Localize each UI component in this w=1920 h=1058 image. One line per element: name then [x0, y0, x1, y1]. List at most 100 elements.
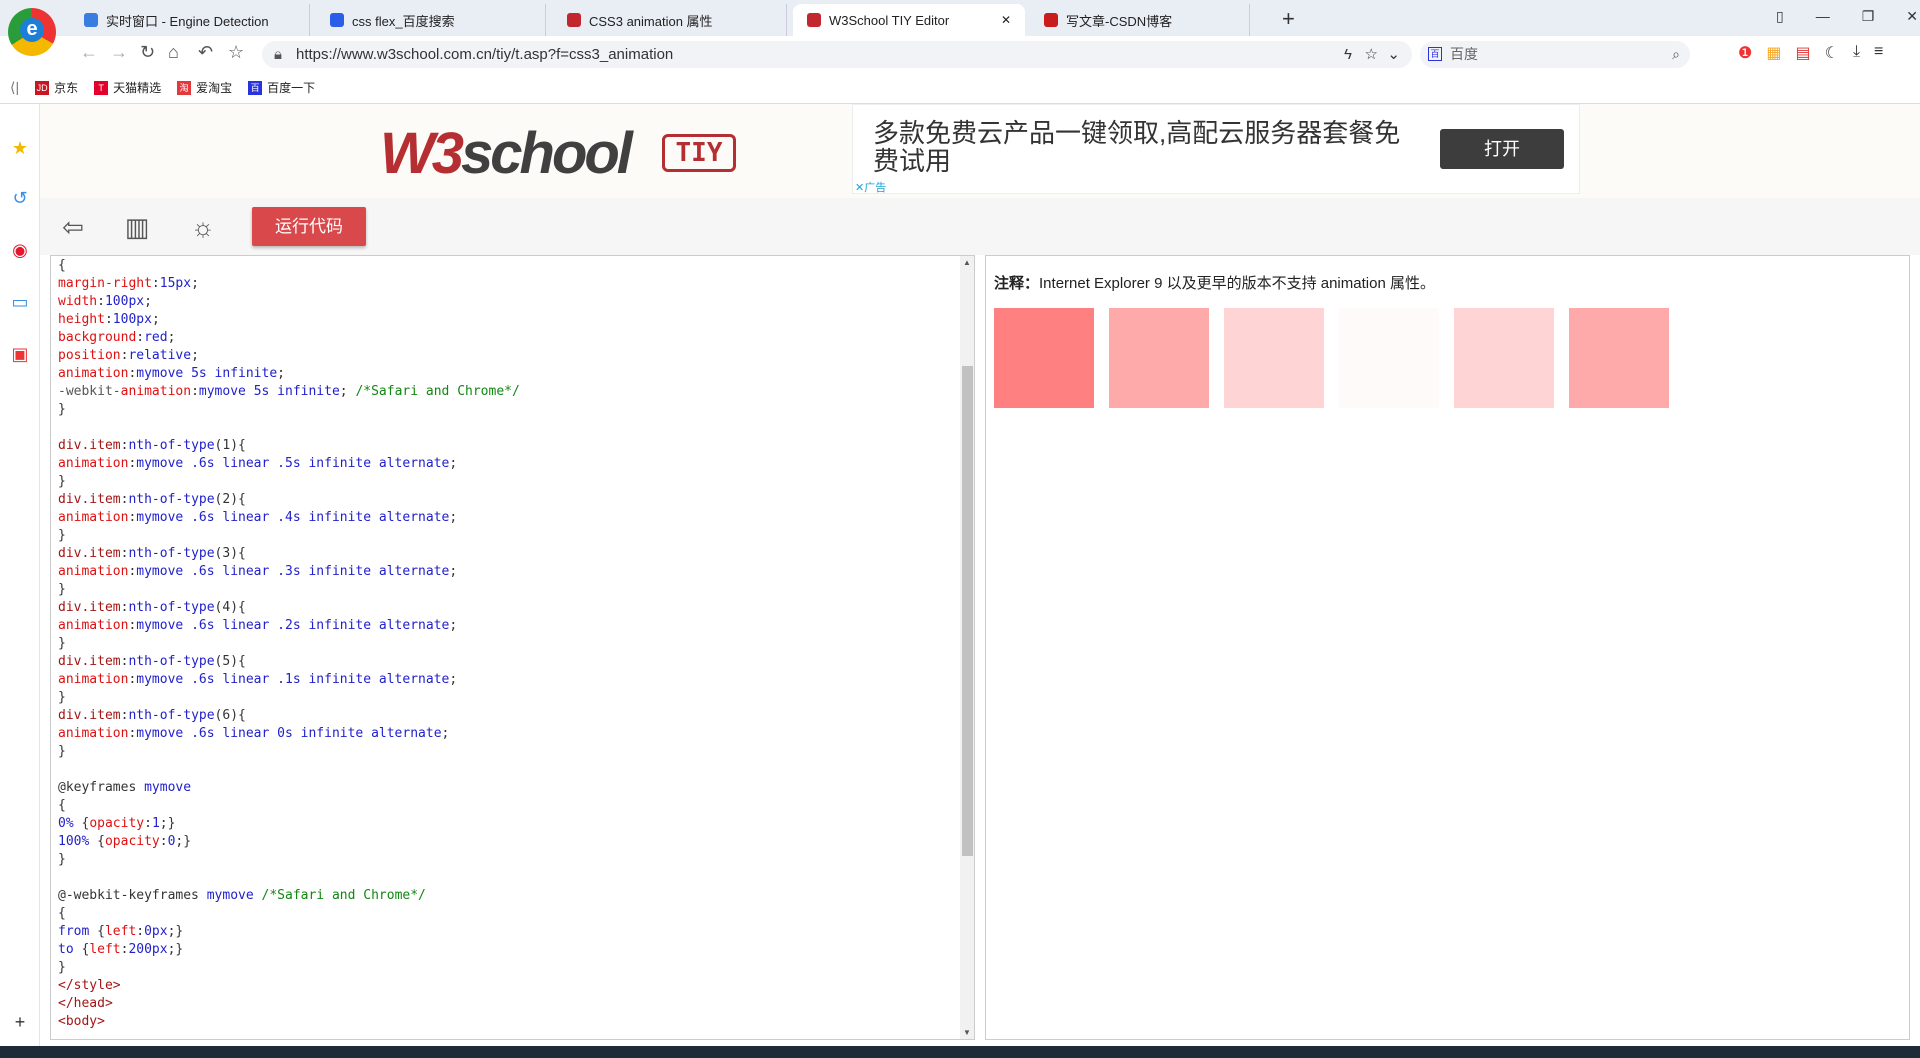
- code-token: ;}: [167, 942, 184, 957]
- code-token: animation: [120, 384, 192, 399]
- close-tab-icon[interactable]: ✕: [1001, 13, 1011, 27]
- download-icon[interactable]: ⤓: [1853, 43, 1860, 63]
- home-button[interactable]: ⌂: [168, 42, 179, 63]
- code-line: @keyframes mymove: [58, 779, 520, 797]
- code-token: animation: [58, 672, 129, 687]
- code-line: div.item:nth-of-type(1){: [58, 437, 520, 455]
- bookmark-icon: 淘: [177, 80, 192, 95]
- tab[interactable]: 实时窗口 - Engine Detection: [70, 4, 310, 36]
- code-token: <body>: [58, 1014, 105, 1029]
- code-token: ;: [191, 348, 199, 363]
- forward-button[interactable]: →: [110, 42, 128, 63]
- code-token: div.item: [58, 708, 121, 723]
- animated-box: [1569, 308, 1669, 408]
- tab-list-icon[interactable]: ▯: [1776, 8, 1784, 25]
- lightning-icon[interactable]: ϟ: [1344, 41, 1352, 68]
- bookmark-star-icon[interactable]: ☆: [1365, 41, 1378, 68]
- search-input[interactable]: 百度 百 ⌕: [1420, 41, 1690, 68]
- code-token: margin-right: [58, 276, 152, 291]
- code-token: </head>: [58, 996, 113, 1011]
- scrollbar-thumb[interactable]: [962, 366, 973, 856]
- code-line: div.item:nth-of-type(6){: [58, 707, 520, 725]
- code-token: :: [104, 312, 113, 327]
- w3school-icon: [567, 13, 581, 27]
- bookmark-item[interactable]: T 天猫精选: [94, 79, 161, 96]
- code-token: mymove .6s linear .2s infinite alternate: [136, 618, 450, 633]
- ad-open-button[interactable]: 打开: [1440, 129, 1564, 169]
- theme-sun-icon[interactable]: ☼: [186, 212, 220, 244]
- code-line: animation:mymove .6s linear 0s infinite …: [58, 725, 520, 743]
- add-sidebar-button[interactable]: +: [10, 1012, 30, 1032]
- reload-button[interactable]: ↻: [140, 42, 155, 63]
- back-button[interactable]: ←: [80, 42, 98, 63]
- baidu-paw-icon: [330, 13, 344, 27]
- pdf-tool-icon[interactable]: ▣: [10, 344, 30, 364]
- run-code-button[interactable]: 运行代码: [252, 207, 366, 246]
- tab[interactable]: css flex_百度搜索: [316, 4, 546, 36]
- code-content[interactable]: {margin-right:15px; width:100px; height:10…: [58, 257, 520, 1031]
- advertisement[interactable]: 多款免费云产品一键领取,高配云服务器套餐免费试用 打开 ✕广告: [852, 104, 1580, 194]
- code-token: nth-of-type: [128, 438, 215, 453]
- extension-icon[interactable]: ❶: [1738, 43, 1752, 63]
- code-token: (4){: [214, 600, 246, 615]
- scroll-down-icon[interactable]: ▼: [963, 1028, 971, 1037]
- home-back-icon[interactable]: ⇦: [56, 212, 90, 244]
- code-token: animation: [58, 726, 129, 741]
- window-icon[interactable]: ▭: [10, 292, 30, 312]
- night-mode-icon[interactable]: ☾: [1825, 43, 1839, 63]
- code-token: background: [58, 330, 137, 345]
- code-token: div.item: [58, 492, 121, 507]
- code-token: }: [58, 690, 66, 705]
- weibo-icon[interactable]: ◉: [10, 240, 30, 260]
- browser-logo-icon: [8, 8, 56, 56]
- code-token: {: [97, 924, 105, 939]
- code-token: {: [58, 798, 66, 813]
- minimize-button[interactable]: —: [1816, 8, 1830, 25]
- apps-icon[interactable]: ▦: [1766, 43, 1781, 63]
- search-icon[interactable]: ⌕: [1672, 41, 1680, 68]
- animated-box: [1454, 308, 1554, 408]
- menu-icon[interactable]: ≡: [1874, 43, 1883, 63]
- tab[interactable]: CSS3 animation 属性: [553, 4, 787, 36]
- address-bar[interactable]: https://www.w3school.com.cn/tiy/t.asp?f=…: [262, 41, 1412, 68]
- collapse-sidebar-icon[interactable]: ⟨|: [10, 79, 19, 96]
- code-line: }: [58, 689, 520, 707]
- bookmark-item[interactable]: JD 京东: [35, 79, 78, 96]
- undo-close-button[interactable]: ↶: [198, 42, 213, 63]
- tab[interactable]: 写文章-CSDN博客: [1030, 4, 1250, 36]
- code-token: nth-of-type: [128, 546, 215, 561]
- chevron-down-icon[interactable]: ⌄: [1387, 41, 1400, 68]
- w3school-logo[interactable]: W3school: [380, 120, 633, 187]
- code-token: (5){: [214, 654, 246, 669]
- code-token: nth-of-type: [128, 654, 215, 669]
- ad-label[interactable]: ✕广告: [855, 179, 886, 195]
- code-token: }: [58, 744, 66, 759]
- code-line: @-webkit-keyframes mymove /*Safari and C…: [58, 887, 520, 905]
- bookmark-label: 京东: [54, 81, 79, 95]
- code-editor[interactable]: {margin-right:15px; width:100px; height:10…: [50, 255, 975, 1040]
- code-token: mymove 5s infinite: [198, 384, 340, 399]
- code-token: ;}: [167, 924, 184, 939]
- note-text: Internet Explorer 9 以及更早的版本不支持 animation…: [1039, 275, 1435, 292]
- maximize-button[interactable]: ❐: [1862, 8, 1875, 25]
- search-placeholder: 百度: [1450, 46, 1478, 62]
- code-token: ;: [167, 330, 176, 345]
- sidebar: ★ ↺ ◉ ▭ ▣ +: [0, 104, 40, 1058]
- favorites-star-icon[interactable]: ★: [10, 138, 30, 158]
- pdf-icon[interactable]: ▤: [1795, 43, 1810, 63]
- code-token: :: [159, 834, 168, 849]
- scroll-up-icon[interactable]: ▲: [963, 258, 971, 267]
- bookmark-item[interactable]: 淘爱淘宝: [177, 79, 232, 96]
- note-label: 注释：: [994, 275, 1040, 292]
- layout-icon[interactable]: ▥: [120, 212, 154, 244]
- favorite-star-icon[interactable]: ☆: [228, 42, 244, 63]
- new-tab-button[interactable]: +: [1282, 6, 1295, 32]
- code-token: 0%: [58, 816, 82, 831]
- code-line: from {left:0px;}: [58, 923, 520, 941]
- history-icon[interactable]: ↺: [10, 188, 30, 208]
- close-window-button[interactable]: ✕: [1906, 8, 1918, 25]
- tab[interactable]: W3School TIY Editor ✕: [793, 4, 1025, 36]
- editor-scrollbar[interactable]: ▲ ▼: [960, 256, 974, 1039]
- code-line: }: [58, 401, 520, 419]
- bookmark-item[interactable]: 百百度一下: [248, 79, 315, 96]
